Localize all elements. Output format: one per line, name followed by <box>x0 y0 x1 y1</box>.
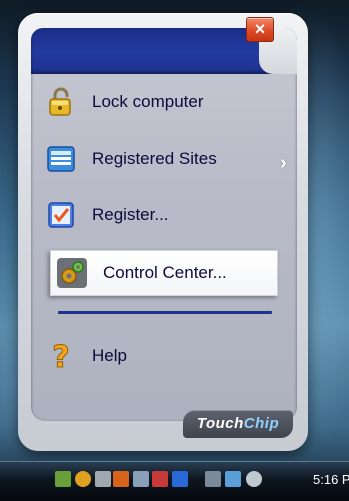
menu-item-label: Register... <box>92 205 169 224</box>
menu-item-label: Registered Sites <box>92 149 217 168</box>
menu-item-control-center[interactable]: Control Center... <box>50 250 278 296</box>
network-icon[interactable] <box>55 471 71 487</box>
menu-divider <box>58 311 272 314</box>
taskbar: 5:16 P <box>0 461 349 501</box>
menu-item-register[interactable]: Register... <box>31 193 285 237</box>
lock-icon <box>44 85 78 119</box>
menu-item-label: Help <box>92 346 127 365</box>
display-icon[interactable] <box>133 471 149 487</box>
battery-icon[interactable] <box>205 471 221 487</box>
system-clock[interactable]: 5:16 P <box>313 472 349 487</box>
security-icon[interactable] <box>95 471 111 487</box>
menu-item-label: Lock computer <box>92 92 204 111</box>
shield-icon[interactable] <box>75 471 91 487</box>
chevron-right-icon[interactable]: › <box>280 152 287 175</box>
register-icon <box>44 198 78 232</box>
close-button[interactable]: × <box>246 17 274 42</box>
touchchip-icon[interactable] <box>113 471 129 487</box>
control-center-icon <box>55 256 89 290</box>
close-icon: × <box>254 19 266 39</box>
menu-item-registered-sites[interactable]: Registered Sites <box>31 137 285 181</box>
menu-item-lock-computer[interactable]: Lock computer <box>31 80 285 124</box>
app-icon[interactable] <box>172 471 188 487</box>
help-icon: ? <box>44 339 78 373</box>
network-error-icon[interactable] <box>225 471 241 487</box>
volume-icon[interactable] <box>246 471 262 487</box>
menu-item-help[interactable]: ? Help <box>31 334 285 378</box>
sites-icon <box>44 142 78 176</box>
menu-item-label: Control Center... <box>103 263 227 282</box>
volume-mute-icon[interactable] <box>152 471 168 487</box>
touchchip-logo: TouchChip <box>183 410 293 438</box>
svg-text:?: ? <box>52 340 69 372</box>
